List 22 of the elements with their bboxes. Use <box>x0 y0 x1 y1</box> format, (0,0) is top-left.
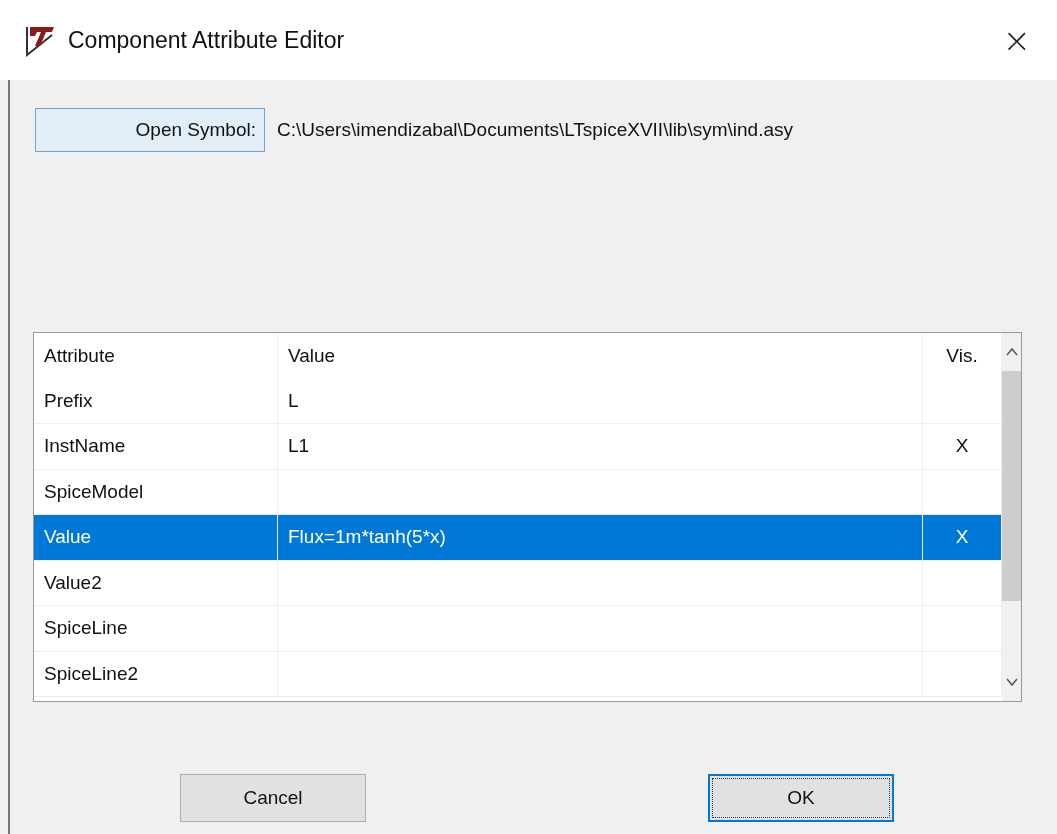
window-title: Component Attribute Editor <box>68 26 346 54</box>
attribute-name[interactable]: Prefix <box>34 378 278 424</box>
cancel-button[interactable]: Cancel <box>180 774 366 822</box>
attribute-name[interactable]: SpiceLine <box>34 606 278 652</box>
open-symbol-button[interactable]: Open Symbol: <box>35 108 265 152</box>
attribute-name[interactable]: Value <box>34 515 278 561</box>
visibility-mark[interactable]: X <box>923 515 1002 561</box>
symbol-path: C:\Users\imendizabal\Documents\LTspiceXVII\lib\sym\ind.asy <box>277 119 793 141</box>
column-header[interactable]: Attribute <box>34 333 278 379</box>
scrollbar[interactable] <box>1002 333 1021 701</box>
attribute-name[interactable]: Value2 <box>34 560 278 606</box>
attribute-value[interactable]: Flux=1m*tanh(5*x) <box>278 515 923 561</box>
scroll-thumb[interactable] <box>1002 371 1021 601</box>
attribute-name[interactable]: SpiceLine2 <box>34 651 278 697</box>
attribute-name[interactable]: InstName <box>34 424 278 470</box>
ok-button[interactable]: OK <box>708 774 894 822</box>
attribute-value[interactable]: L <box>278 378 923 424</box>
column-header[interactable]: Value <box>278 333 923 379</box>
scroll-down-icon[interactable] <box>1005 677 1018 687</box>
close-button[interactable]: × <box>996 19 1037 61</box>
attribute-value[interactable]: L1 <box>278 424 923 470</box>
scroll-up-icon[interactable] <box>1005 347 1018 357</box>
